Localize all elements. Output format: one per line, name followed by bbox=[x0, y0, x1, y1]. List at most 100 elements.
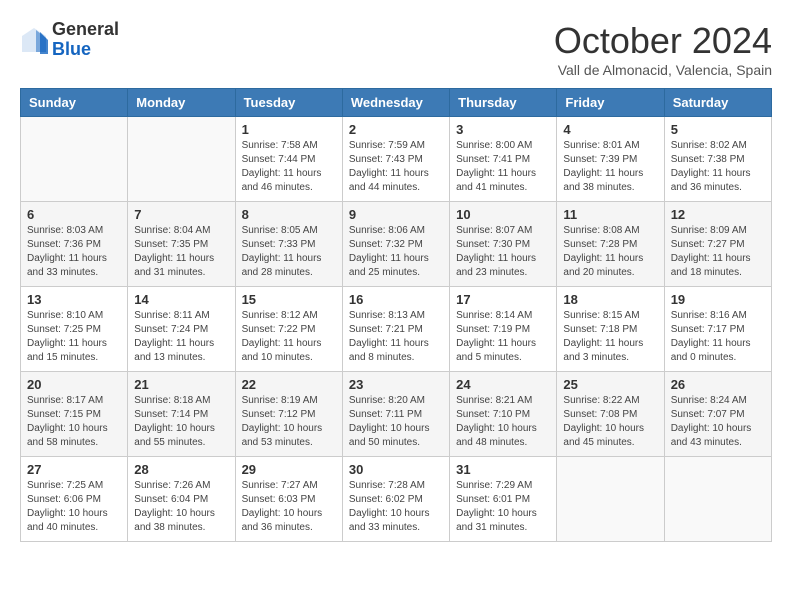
logo: General Blue bbox=[20, 20, 119, 60]
day-number: 10 bbox=[456, 207, 550, 222]
week-row-2: 6 Sunrise: 8:03 AM Sunset: 7:36 PM Daylig… bbox=[21, 202, 772, 287]
day-detail: Sunrise: 8:21 AM Sunset: 7:10 PM Dayligh… bbox=[456, 395, 537, 448]
day-detail: Sunrise: 8:20 AM Sunset: 7:11 PM Dayligh… bbox=[349, 395, 430, 448]
day-cell: 7Sunrise: 8:04 AM Sunset: 7:35 PM Daylig… bbox=[128, 202, 235, 287]
day-number: 6 bbox=[27, 207, 121, 222]
day-cell: 10 Sunrise: 8:07 AM Sunset: 7:30 PM Dayli… bbox=[450, 202, 557, 287]
day-number: 9 bbox=[349, 207, 443, 222]
day-cell bbox=[557, 457, 664, 542]
calendar-table: SundayMondayTuesdayWednesdayThursdayFrid… bbox=[20, 88, 772, 542]
day-detail: Sunrise: 8:05 AM Sunset: 7:33 PM Dayligh… bbox=[242, 225, 322, 278]
day-cell: 24Sunrise: 8:21 AM Sunset: 7:10 PM Dayli… bbox=[450, 372, 557, 457]
col-header-sunday: Sunday bbox=[21, 89, 128, 117]
title-block: October 2024 Vall de Almonacid, Valencia… bbox=[554, 20, 772, 78]
day-cell: 17 Sunrise: 8:14 AM Sunset: 7:19 PM Dayli… bbox=[450, 287, 557, 372]
day-detail: Sunrise: 8:02 AM Sunset: 7:38 PM Dayligh… bbox=[671, 140, 751, 193]
day-detail: Sunrise: 8:07 AM Sunset: 7:30 PM Dayligh… bbox=[456, 225, 536, 278]
day-detail: Sunrise: 8:17 AM Sunset: 7:15 PM Dayligh… bbox=[27, 395, 108, 448]
day-number: 21 bbox=[134, 377, 228, 392]
day-detail: Sunrise: 8:19 AM Sunset: 7:12 PM Dayligh… bbox=[242, 395, 323, 448]
day-number: 18 bbox=[563, 292, 657, 307]
day-detail: Sunrise: 8:16 AM Sunset: 7:17 PM Dayligh… bbox=[671, 310, 751, 363]
logo-general-text: General bbox=[52, 19, 119, 39]
day-cell bbox=[128, 117, 235, 202]
day-detail: Sunrise: 7:58 AM Sunset: 7:44 PM Dayligh… bbox=[242, 140, 322, 193]
day-detail: Sunrise: 8:06 AM Sunset: 7:32 PM Dayligh… bbox=[349, 225, 429, 278]
day-number: 31 bbox=[456, 462, 550, 477]
day-detail: Sunrise: 8:10 AM Sunset: 7:25 PM Dayligh… bbox=[27, 310, 107, 363]
day-cell: 12Sunrise: 8:09 AM Sunset: 7:27 PM Dayli… bbox=[664, 202, 771, 287]
logo-icon bbox=[20, 26, 48, 54]
day-cell: 2Sunrise: 7:59 AM Sunset: 7:43 PM Daylig… bbox=[342, 117, 449, 202]
day-detail: Sunrise: 8:13 AM Sunset: 7:21 PM Dayligh… bbox=[349, 310, 429, 363]
week-row-1: 1 Sunrise: 7:58 AM Sunset: 7:44 PM Daylig… bbox=[21, 117, 772, 202]
day-number: 22 bbox=[242, 377, 336, 392]
day-number: 12 bbox=[671, 207, 765, 222]
day-number: 26 bbox=[671, 377, 765, 392]
day-number: 17 bbox=[456, 292, 550, 307]
day-detail: Sunrise: 7:25 AM Sunset: 6:06 PM Dayligh… bbox=[27, 480, 108, 533]
day-cell: 29 Sunrise: 7:27 AM Sunset: 6:03 PM Dayli… bbox=[235, 457, 342, 542]
day-cell: 11Sunrise: 8:08 AM Sunset: 7:28 PM Dayli… bbox=[557, 202, 664, 287]
day-detail: Sunrise: 8:11 AM Sunset: 7:24 PM Dayligh… bbox=[134, 310, 214, 363]
day-cell: 31 Sunrise: 7:29 AM Sunset: 6:01 PM Dayli… bbox=[450, 457, 557, 542]
day-number: 27 bbox=[27, 462, 121, 477]
day-cell bbox=[664, 457, 771, 542]
day-number: 13 bbox=[27, 292, 121, 307]
day-detail: Sunrise: 8:24 AM Sunset: 7:07 PM Dayligh… bbox=[671, 395, 752, 448]
day-number: 4 bbox=[563, 122, 657, 137]
day-detail: Sunrise: 8:18 AM Sunset: 7:14 PM Dayligh… bbox=[134, 395, 215, 448]
day-cell: 18Sunrise: 8:15 AM Sunset: 7:18 PM Dayli… bbox=[557, 287, 664, 372]
day-number: 14 bbox=[134, 292, 228, 307]
day-number: 8 bbox=[242, 207, 336, 222]
col-header-wednesday: Wednesday bbox=[342, 89, 449, 117]
day-detail: Sunrise: 7:27 AM Sunset: 6:03 PM Dayligh… bbox=[242, 480, 323, 533]
day-number: 19 bbox=[671, 292, 765, 307]
day-cell: 22 Sunrise: 8:19 AM Sunset: 7:12 PM Dayli… bbox=[235, 372, 342, 457]
day-number: 23 bbox=[349, 377, 443, 392]
col-header-tuesday: Tuesday bbox=[235, 89, 342, 117]
day-detail: Sunrise: 8:01 AM Sunset: 7:39 PM Dayligh… bbox=[563, 140, 643, 193]
col-header-saturday: Saturday bbox=[664, 89, 771, 117]
day-number: 1 bbox=[242, 122, 336, 137]
day-number: 30 bbox=[349, 462, 443, 477]
day-cell bbox=[21, 117, 128, 202]
day-number: 29 bbox=[242, 462, 336, 477]
week-row-4: 20 Sunrise: 8:17 AM Sunset: 7:15 PM Dayli… bbox=[21, 372, 772, 457]
day-detail: Sunrise: 8:04 AM Sunset: 7:35 PM Dayligh… bbox=[134, 225, 214, 278]
day-cell: 15 Sunrise: 8:12 AM Sunset: 7:22 PM Dayli… bbox=[235, 287, 342, 372]
day-cell: 5 Sunrise: 8:02 AM Sunset: 7:38 PM Daylig… bbox=[664, 117, 771, 202]
logo-blue-text: Blue bbox=[52, 39, 91, 59]
day-cell: 1 Sunrise: 7:58 AM Sunset: 7:44 PM Daylig… bbox=[235, 117, 342, 202]
day-cell: 30 Sunrise: 7:28 AM Sunset: 6:02 PM Dayli… bbox=[342, 457, 449, 542]
day-detail: Sunrise: 7:28 AM Sunset: 6:02 PM Dayligh… bbox=[349, 480, 430, 533]
day-number: 20 bbox=[27, 377, 121, 392]
day-cell: 27 Sunrise: 7:25 AM Sunset: 6:06 PM Dayli… bbox=[21, 457, 128, 542]
day-detail: Sunrise: 8:03 AM Sunset: 7:36 PM Dayligh… bbox=[27, 225, 107, 278]
day-number: 2 bbox=[349, 122, 443, 137]
day-cell: 20 Sunrise: 8:17 AM Sunset: 7:15 PM Dayli… bbox=[21, 372, 128, 457]
day-cell: 14 Sunrise: 8:11 AM Sunset: 7:24 PM Dayli… bbox=[128, 287, 235, 372]
location: Vall de Almonacid, Valencia, Spain bbox=[554, 62, 772, 78]
day-number: 16 bbox=[349, 292, 443, 307]
day-number: 15 bbox=[242, 292, 336, 307]
day-cell: 25 Sunrise: 8:22 AM Sunset: 7:08 PM Dayli… bbox=[557, 372, 664, 457]
day-number: 5 bbox=[671, 122, 765, 137]
day-cell: 9 Sunrise: 8:06 AM Sunset: 7:32 PM Daylig… bbox=[342, 202, 449, 287]
day-detail: Sunrise: 8:08 AM Sunset: 7:28 PM Dayligh… bbox=[563, 225, 643, 278]
day-number: 28 bbox=[134, 462, 228, 477]
day-detail: Sunrise: 8:22 AM Sunset: 7:08 PM Dayligh… bbox=[563, 395, 644, 448]
week-row-5: 27 Sunrise: 7:25 AM Sunset: 6:06 PM Dayli… bbox=[21, 457, 772, 542]
day-cell: 3Sunrise: 8:00 AM Sunset: 7:41 PM Daylig… bbox=[450, 117, 557, 202]
col-header-friday: Friday bbox=[557, 89, 664, 117]
day-detail: Sunrise: 7:29 AM Sunset: 6:01 PM Dayligh… bbox=[456, 480, 537, 533]
day-cell: 19 Sunrise: 8:16 AM Sunset: 7:17 PM Dayli… bbox=[664, 287, 771, 372]
day-detail: Sunrise: 8:14 AM Sunset: 7:19 PM Dayligh… bbox=[456, 310, 536, 363]
day-detail: Sunrise: 8:12 AM Sunset: 7:22 PM Dayligh… bbox=[242, 310, 322, 363]
day-cell: 13 Sunrise: 8:10 AM Sunset: 7:25 PM Dayli… bbox=[21, 287, 128, 372]
month-title: October 2024 bbox=[554, 20, 772, 62]
day-cell: 28Sunrise: 7:26 AM Sunset: 6:04 PM Dayli… bbox=[128, 457, 235, 542]
day-number: 3 bbox=[456, 122, 550, 137]
day-cell: 23 Sunrise: 8:20 AM Sunset: 7:11 PM Dayli… bbox=[342, 372, 449, 457]
day-number: 25 bbox=[563, 377, 657, 392]
